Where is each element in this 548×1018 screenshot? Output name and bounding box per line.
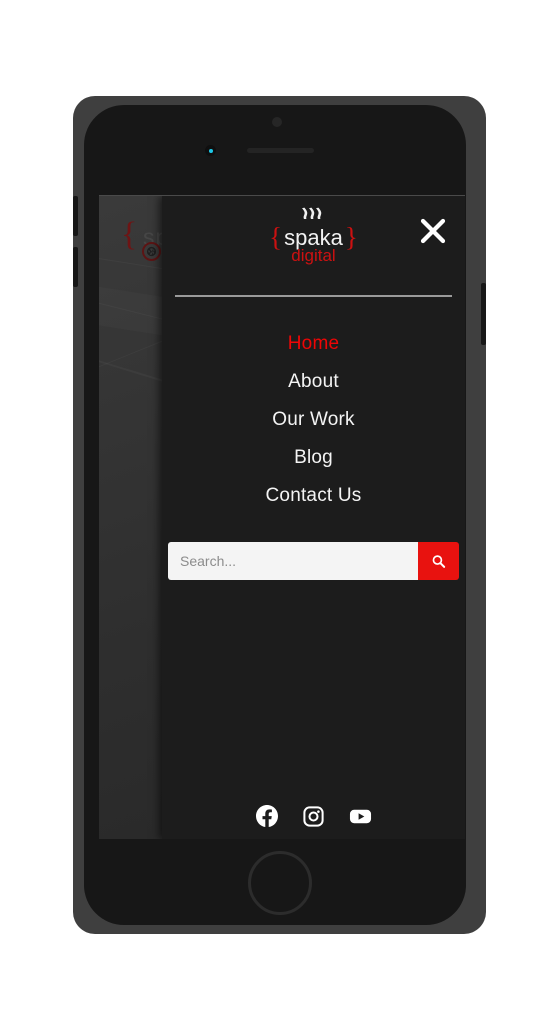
- background-streak: [99, 346, 163, 403]
- proximity-sensor-led: [205, 145, 216, 156]
- social-link-youtube[interactable]: [349, 805, 372, 828]
- phone-screen: { sp { spaka }: [99, 195, 465, 839]
- volume-up-button[interactable]: [73, 196, 78, 236]
- close-x-icon: [418, 216, 448, 246]
- search-magnifier-icon: [430, 553, 447, 570]
- nav-item-contact-us[interactable]: Contact Us: [162, 477, 465, 515]
- power-button[interactable]: [481, 283, 486, 345]
- search-submit-button[interactable]: [418, 542, 459, 580]
- social-link-facebook[interactable]: [255, 805, 278, 827]
- earpiece-speaker: [247, 148, 314, 153]
- nav-item-blog[interactable]: Blog: [162, 439, 465, 477]
- nav-item-our-work[interactable]: Our Work: [162, 401, 465, 439]
- close-menu-button[interactable]: [416, 214, 450, 248]
- search-bar: [168, 542, 459, 580]
- logo-brace-left: {: [269, 222, 283, 252]
- nav-list: Home About Our Work Blog Contact Us: [162, 297, 465, 515]
- logo-brace-right: }: [344, 222, 358, 252]
- facebook-icon: [255, 805, 278, 827]
- logo-tagline: digital: [291, 246, 336, 266]
- volume-down-button[interactable]: [73, 247, 78, 287]
- navigation-drawer: { spaka } digital Home About Our Work Bl…: [162, 196, 465, 839]
- youtube-icon: [349, 805, 372, 828]
- nav-link-contact-us[interactable]: Contact Us: [266, 485, 362, 507]
- aperture-icon: [142, 242, 161, 261]
- nav-link-blog[interactable]: Blog: [294, 447, 333, 469]
- instagram-icon: [303, 805, 324, 827]
- search-input[interactable]: [168, 542, 418, 580]
- background-shape: [99, 284, 163, 336]
- drawer-header: { spaka } digital: [162, 196, 465, 295]
- background-logo-brace: {: [121, 216, 138, 253]
- nav-link-our-work[interactable]: Our Work: [272, 409, 355, 431]
- nav-link-about[interactable]: About: [288, 371, 339, 393]
- steam-lines-icon: [299, 207, 329, 225]
- nav-link-home[interactable]: Home: [288, 333, 339, 355]
- social-link-instagram[interactable]: [303, 805, 325, 827]
- home-button[interactable]: [248, 851, 312, 915]
- nav-item-about[interactable]: About: [162, 363, 465, 401]
- front-camera-icon: [272, 117, 282, 127]
- social-links: [162, 805, 465, 827]
- nav-item-home[interactable]: Home: [162, 325, 465, 363]
- background-page: { sp: [99, 196, 163, 839]
